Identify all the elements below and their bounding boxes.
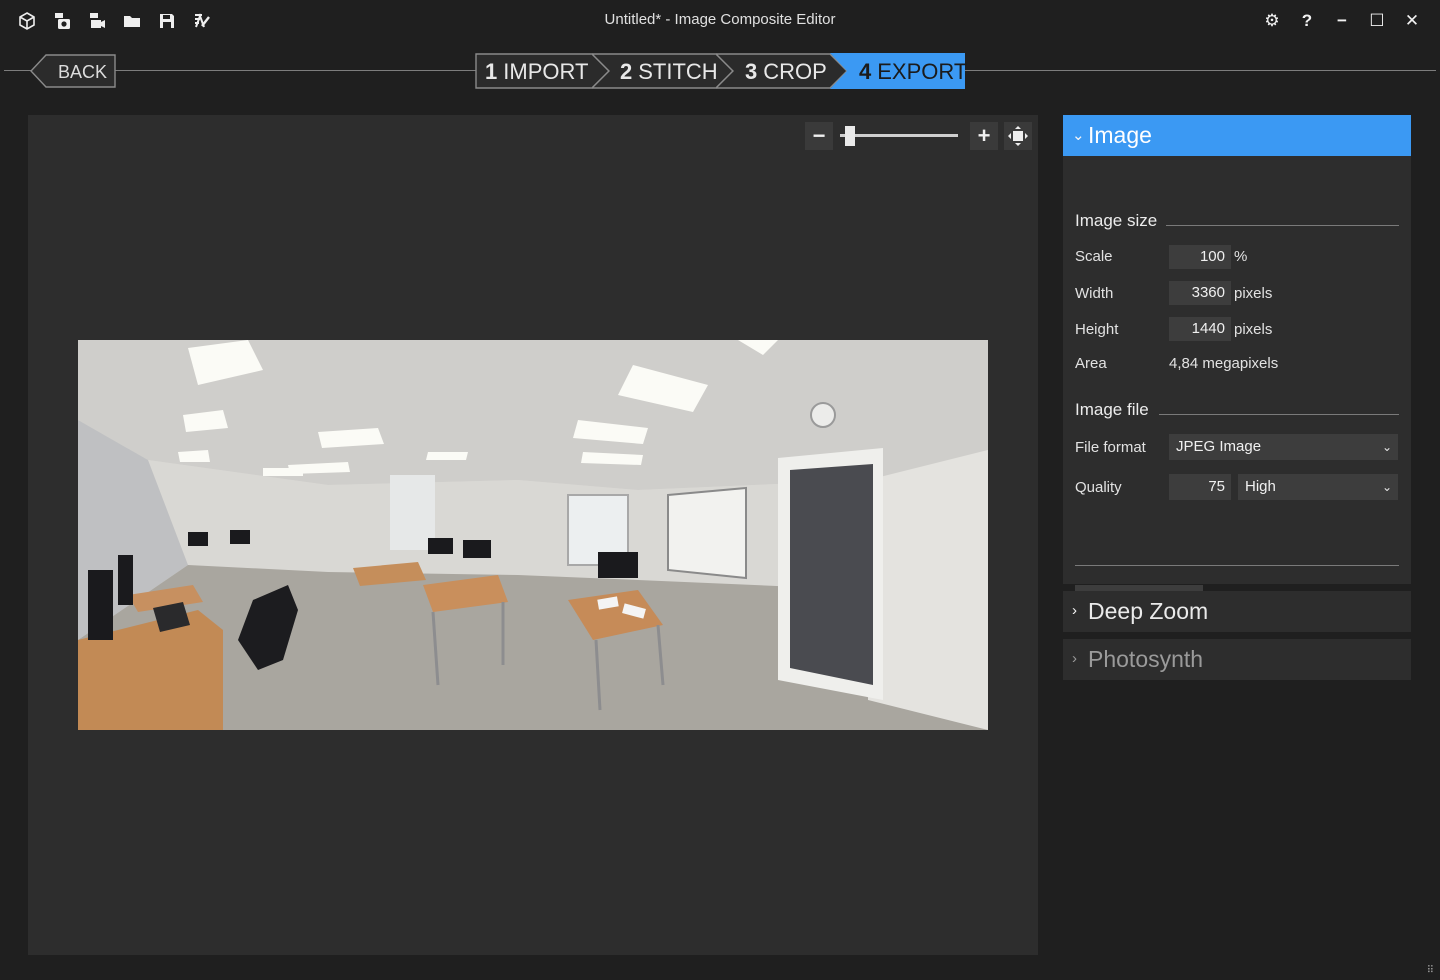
quality-preset-value: High bbox=[1245, 478, 1276, 495]
zoom-out-button[interactable]: − bbox=[805, 122, 833, 150]
panorama-preview-image bbox=[78, 340, 988, 730]
resize-grip-icon[interactable]: ⠿ bbox=[1427, 965, 1434, 976]
zoom-slider-track[interactable] bbox=[840, 134, 958, 137]
image-size-divider bbox=[1166, 225, 1399, 226]
step-export-label: EXPORT bbox=[877, 59, 968, 84]
image-section-body: Image size Scale 100 % Width 3360 pixels… bbox=[1063, 156, 1411, 612]
zoom-slider-thumb[interactable] bbox=[845, 126, 856, 146]
scale-input[interactable]: 100 bbox=[1169, 245, 1231, 269]
quality-input[interactable]: 75 bbox=[1169, 474, 1231, 500]
step-crop-label: CROP bbox=[763, 59, 827, 84]
step-import-number: 1 bbox=[485, 59, 498, 84]
open-project-icon[interactable] bbox=[120, 9, 144, 33]
file-format-label: File format bbox=[1075, 439, 1146, 456]
deep-zoom-section-header[interactable]: › Deep Zoom bbox=[1063, 591, 1411, 632]
file-format-select[interactable]: JPEG Image ⌄ bbox=[1169, 434, 1398, 460]
settings-icon[interactable]: ⚙ bbox=[1259, 8, 1285, 34]
scale-label: Scale bbox=[1075, 248, 1113, 265]
close-icon[interactable]: ✕ bbox=[1399, 8, 1425, 34]
step-export-number: 4 bbox=[859, 59, 872, 84]
help-icon[interactable]: ? bbox=[1294, 8, 1320, 34]
quality-label: Quality bbox=[1075, 479, 1122, 496]
back-button[interactable]: BACK bbox=[30, 54, 116, 88]
step-stitch-label: STITCH bbox=[638, 59, 718, 84]
image-size-heading: Image size bbox=[1075, 211, 1158, 230]
height-input[interactable]: 1440 bbox=[1169, 317, 1231, 341]
height-label: Height bbox=[1075, 321, 1119, 338]
width-label: Width bbox=[1075, 285, 1114, 302]
step-stitch-number: 2 bbox=[620, 59, 633, 84]
chevron-right-icon: › bbox=[1072, 650, 1077, 667]
new-panorama-from-images-icon[interactable] bbox=[50, 9, 74, 33]
minimize-icon[interactable]: − bbox=[1329, 8, 1355, 34]
width-unit: pixels bbox=[1234, 285, 1273, 302]
image-file-divider bbox=[1159, 414, 1399, 415]
save-as-icon[interactable] bbox=[190, 9, 214, 33]
window-title: Untitled* - Image Composite Editor bbox=[604, 11, 836, 28]
step-import-label: IMPORT bbox=[503, 59, 589, 84]
step-crop-number: 3 bbox=[745, 59, 758, 84]
photosynth-title: Photosynth bbox=[1088, 646, 1204, 672]
image-section-header[interactable]: ⌄ Image bbox=[1063, 115, 1411, 156]
deep-zoom-title: Deep Zoom bbox=[1088, 598, 1209, 624]
save-project-icon[interactable] bbox=[155, 9, 179, 33]
image-file-heading: Image file bbox=[1075, 400, 1149, 419]
quality-preset-select[interactable]: High ⌄ bbox=[1238, 474, 1398, 500]
image-section-title: Image bbox=[1088, 122, 1152, 148]
zoom-in-button[interactable]: + bbox=[970, 122, 998, 150]
new-panorama-from-video-icon[interactable] bbox=[85, 9, 109, 33]
file-format-value: JPEG Image bbox=[1176, 438, 1262, 455]
chevron-down-icon: ⌄ bbox=[1381, 480, 1392, 494]
chevron-right-icon: › bbox=[1072, 602, 1077, 619]
chevron-down-icon: ⌄ bbox=[1381, 440, 1392, 454]
export-divider bbox=[1075, 565, 1399, 566]
width-input[interactable]: 3360 bbox=[1169, 281, 1231, 305]
maximize-icon[interactable]: ☐ bbox=[1364, 8, 1390, 34]
photosynth-section-header[interactable]: › Photosynth bbox=[1063, 639, 1411, 680]
scale-unit: % bbox=[1234, 248, 1248, 265]
area-label: Area bbox=[1075, 355, 1107, 372]
area-value: 4,84 megapixels bbox=[1169, 355, 1279, 372]
fit-to-window-icon[interactable] bbox=[1004, 122, 1032, 150]
chevron-down-icon: ⌄ bbox=[1072, 127, 1085, 144]
new-project-icon[interactable] bbox=[15, 9, 39, 33]
height-unit: pixels bbox=[1234, 321, 1273, 338]
export-settings-panel: ⌄ Image Image size Scale 100 % Width 336… bbox=[1063, 115, 1411, 680]
preview-canvas[interactable]: − + bbox=[28, 115, 1038, 955]
title-bar: Untitled* - Image Composite Editor ⚙ ? −… bbox=[0, 0, 1440, 42]
back-label: BACK bbox=[58, 62, 108, 82]
